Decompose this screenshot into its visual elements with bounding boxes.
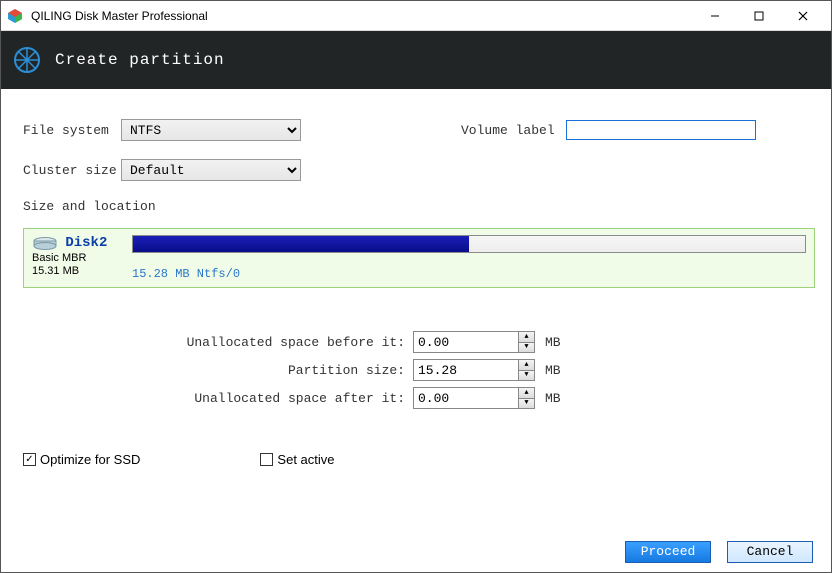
disk-type: Basic MBR [32,252,122,264]
disk-name: Disk2 [65,235,107,251]
page-title: Create partition [55,51,225,69]
spin-down-icon[interactable]: ▼ [519,399,534,409]
disk-icon [32,236,58,250]
page-header: Create partition [1,31,831,89]
partition-size-spinner[interactable]: ▲▼ [413,359,535,381]
cancel-button[interactable]: Cancel [727,541,813,563]
optimize-ssd-checkbox[interactable]: ✓ Optimize for SSD [23,452,140,467]
disk-bar-caption: 15.28 MB Ntfs/0 [132,267,806,281]
partition-size-label: Partition size: [23,363,413,378]
space-before-input[interactable] [414,332,518,352]
space-after-input[interactable] [414,388,518,408]
size-form: Unallocated space before it: ▲▼ MB Parti… [23,328,815,412]
space-after-spinner[interactable]: ▲▼ [413,387,535,409]
checkbox-icon [260,453,273,466]
set-active-label: Set active [277,452,334,467]
window-title: QILING Disk Master Professional [31,9,693,23]
disk-bar-fill [133,236,469,252]
spin-down-icon[interactable]: ▼ [519,371,534,381]
cluster-size-select[interactable]: Default [121,159,301,181]
optimize-ssd-label: Optimize for SSD [40,452,140,467]
cluster-size-label: Cluster size [23,163,121,178]
disk-panel: Disk2 Basic MBR 15.31 MB 15.28 MB Ntfs/0 [23,228,815,288]
disk-meta: Disk2 Basic MBR 15.31 MB [32,235,122,281]
spin-up-icon[interactable]: ▲ [519,388,534,399]
window-controls [693,2,825,30]
options-row: ✓ Optimize for SSD Set active [23,452,815,467]
unit-mb: MB [545,391,561,406]
title-bar: QILING Disk Master Professional [1,1,831,31]
header-partition-icon [13,46,41,74]
checkbox-icon: ✓ [23,453,36,466]
space-before-spinner[interactable]: ▲▼ [413,331,535,353]
space-before-label: Unallocated space before it: [23,335,413,350]
spin-up-icon[interactable]: ▲ [519,360,534,371]
unit-mb: MB [545,363,561,378]
app-icon [7,8,23,24]
file-system-label: File system [23,123,121,138]
disk-bar[interactable] [132,235,806,253]
volume-label-label: Volume label [461,123,566,138]
disk-capacity: 15.31 MB [32,265,122,277]
file-system-select[interactable]: NTFS [121,119,301,141]
disk-visualizer[interactable]: 15.28 MB Ntfs/0 [132,235,806,281]
unit-mb: MB [545,335,561,350]
set-active-checkbox[interactable]: Set active [260,452,334,467]
application-window: QILING Disk Master Professional Create p… [0,0,832,573]
size-location-label: Size and location [23,199,815,214]
spin-down-icon[interactable]: ▼ [519,343,534,353]
close-button[interactable] [781,2,825,30]
footer: Proceed Cancel [1,530,831,572]
proceed-button[interactable]: Proceed [625,541,711,563]
minimize-button[interactable] [693,2,737,30]
partition-size-input[interactable] [414,360,518,380]
space-after-label: Unallocated space after it: [23,391,413,406]
content-area: File system NTFS Volume label Cluster si… [1,89,831,530]
spin-up-icon[interactable]: ▲ [519,332,534,343]
volume-label-input[interactable] [566,120,756,140]
maximize-button[interactable] [737,2,781,30]
